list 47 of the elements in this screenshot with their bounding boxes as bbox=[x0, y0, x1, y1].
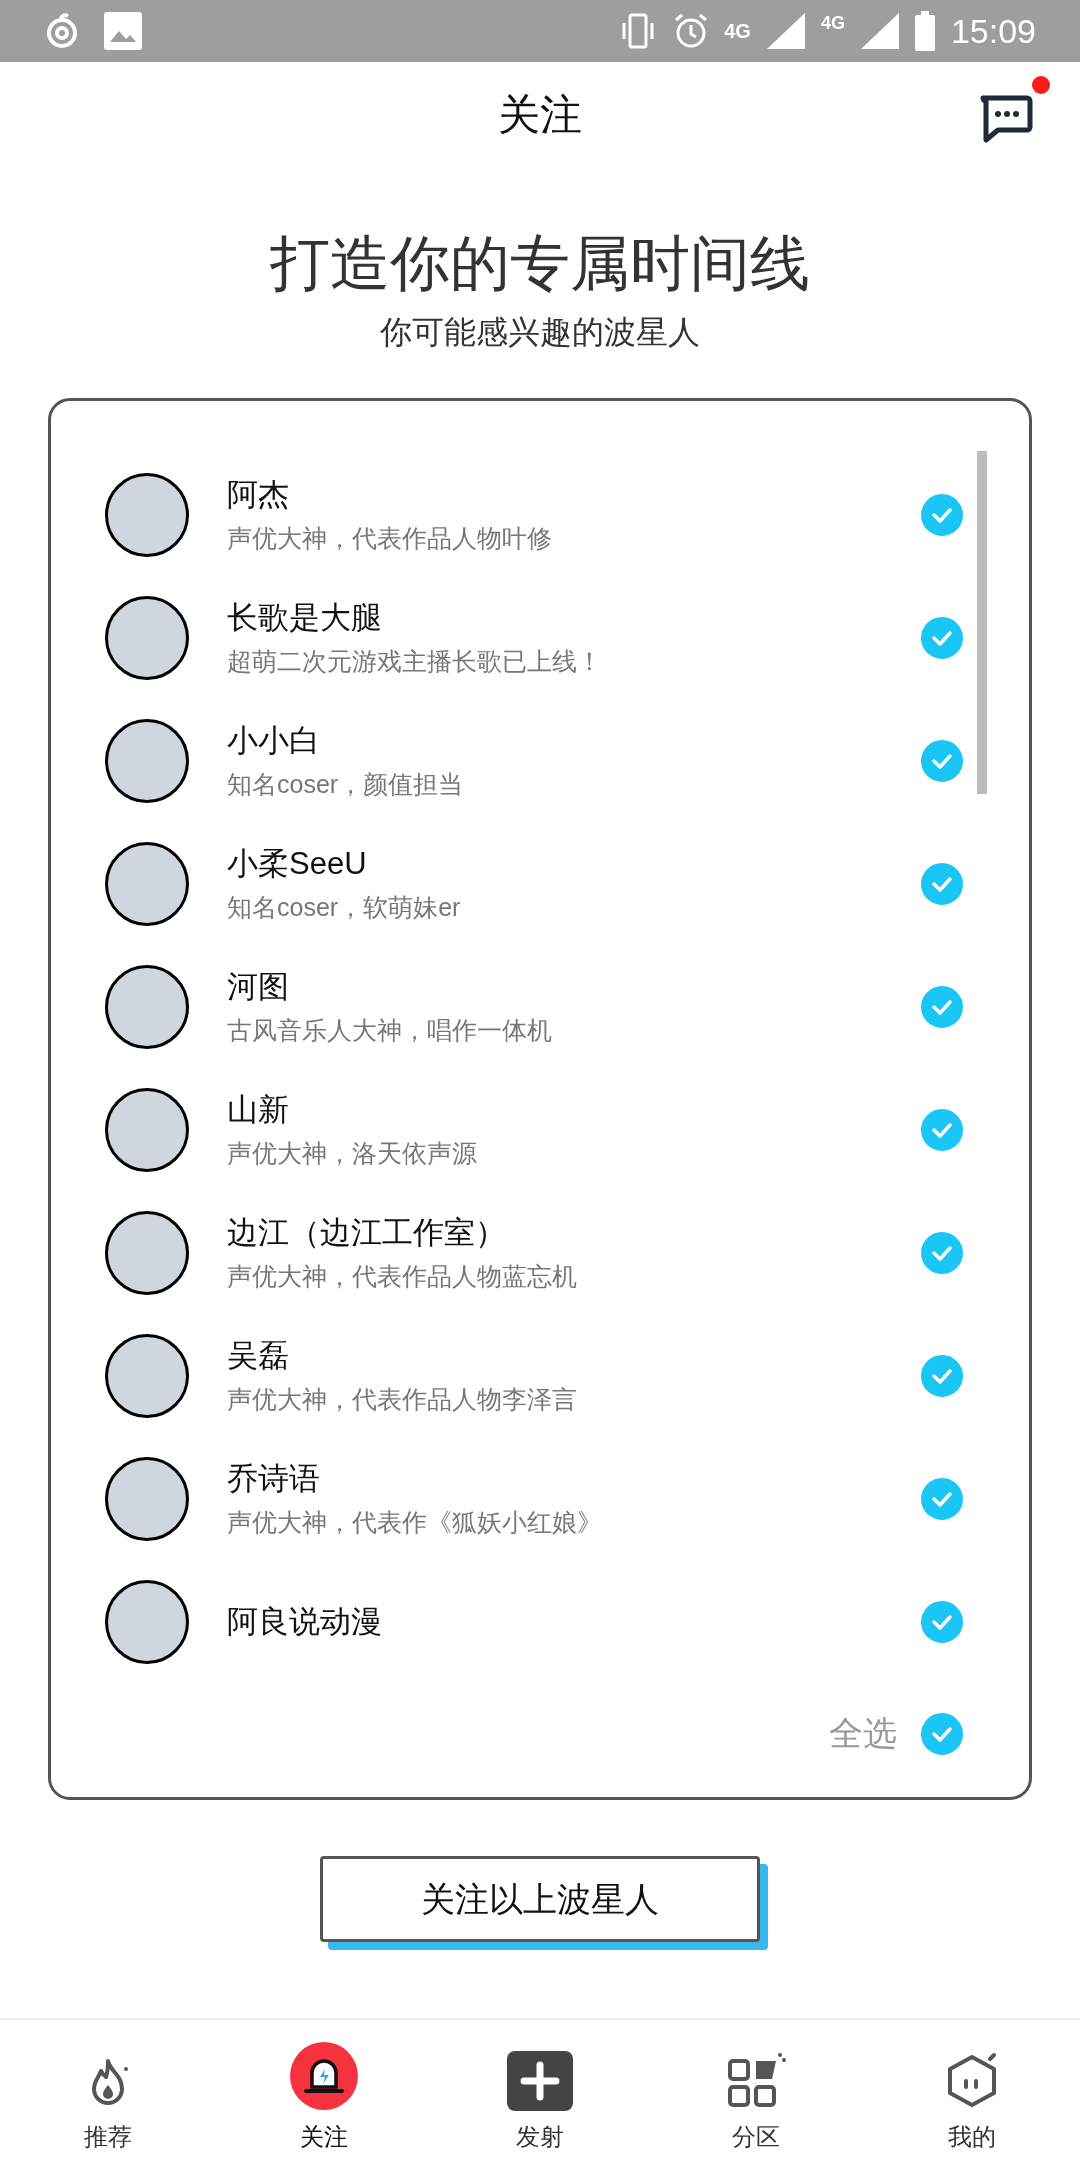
checkmark-icon[interactable] bbox=[921, 1712, 963, 1755]
plus-icon bbox=[506, 2051, 574, 2111]
user-name: 小小白 bbox=[227, 721, 321, 760]
checkmark-icon[interactable] bbox=[921, 1477, 963, 1520]
user-description: 知名coser，软萌妹er bbox=[227, 891, 462, 923]
user-description: 声优大神，代表作品人物蓝忘机 bbox=[227, 1260, 578, 1292]
checkmark-icon[interactable] bbox=[921, 985, 963, 1028]
image-icon bbox=[104, 12, 142, 50]
select-all-label: 全选 bbox=[829, 1713, 897, 1754]
network-type: 4G bbox=[724, 19, 751, 44]
user-description: 声优大神，代表作《狐妖小红娘》 bbox=[227, 1506, 603, 1538]
user-description: 古风音乐人大神，唱作一体机 bbox=[227, 1014, 553, 1046]
nav-tab[interactable]: 推荐 bbox=[0, 2025, 216, 2155]
checkmark-icon[interactable] bbox=[921, 1600, 963, 1643]
user-description: 声优大神，代表作品人物李泽言 bbox=[227, 1383, 578, 1415]
battery-icon bbox=[914, 11, 935, 51]
user-name: 长歌是大腿 bbox=[227, 598, 383, 637]
user-name: 阿良说动漫 bbox=[227, 1602, 383, 1641]
user-name: 河图 bbox=[227, 967, 290, 1006]
user-name: 吴磊 bbox=[227, 1336, 290, 1375]
user-description: 超萌二次元游戏主播长歌已上线！ bbox=[227, 645, 603, 677]
user-name: 小柔SeeU bbox=[227, 844, 368, 883]
network-type: 4G bbox=[820, 11, 845, 35]
user-description: 声优大神，代表作品人物叶修 bbox=[227, 522, 553, 554]
nav-tab[interactable]: 我的 bbox=[864, 2025, 1080, 2155]
page-title: 关注 bbox=[498, 89, 582, 140]
nav-tab[interactable]: 分区 bbox=[648, 2025, 864, 2155]
checkmark-icon[interactable] bbox=[921, 862, 963, 905]
checkmark-icon[interactable] bbox=[921, 493, 963, 536]
user-description: 知名coser，颜值担当 bbox=[227, 768, 465, 800]
checkmark-icon[interactable] bbox=[921, 1108, 963, 1151]
beacon-icon bbox=[289, 2041, 359, 2111]
user-name: 山新 bbox=[227, 1090, 290, 1129]
intro-title: 打造你的专属时间线 bbox=[270, 229, 810, 299]
swirl-icon bbox=[44, 13, 80, 49]
nav-tab[interactable]: 发射 bbox=[432, 2025, 648, 2155]
checkmark-icon[interactable] bbox=[921, 1231, 963, 1274]
checkmark-icon[interactable] bbox=[921, 616, 963, 659]
checkmark-icon[interactable] bbox=[921, 739, 963, 782]
nav-tab[interactable]: 关注 bbox=[216, 2025, 432, 2155]
user-description: 声优大神，洛天依声源 bbox=[227, 1137, 478, 1169]
user-name: 边江（边江工作室） bbox=[227, 1213, 507, 1252]
intro-subtitle: 你可能感兴趣的波星人 bbox=[380, 313, 700, 352]
user-name: 乔诗语 bbox=[227, 1459, 321, 1498]
clock-time: 15:09 bbox=[950, 10, 1036, 52]
user-name: 阿杰 bbox=[227, 475, 290, 514]
checkmark-icon[interactable] bbox=[921, 1354, 963, 1397]
